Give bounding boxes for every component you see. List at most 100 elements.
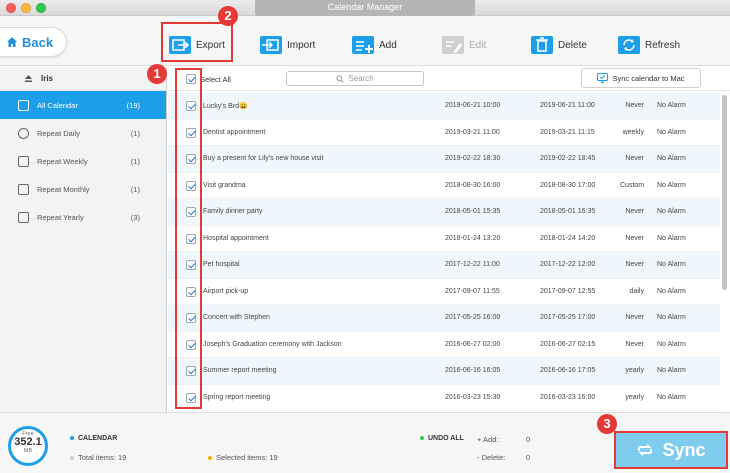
add-count-label: + Add: bbox=[477, 435, 499, 444]
table-row[interactable]: Concert with Stephen 2017-05-25 16:00 2017… bbox=[168, 305, 720, 332]
callout-badge-2: 2 bbox=[218, 6, 238, 26]
sidebar-item-repeat-weekly[interactable]: Repeat Weekly (1) bbox=[0, 147, 166, 175]
selected-items-label: Selected items: 19 bbox=[216, 453, 278, 462]
event-alarm: No Alarm bbox=[657, 340, 686, 348]
table-row[interactable]: Dentist appointment 2019-03-21 11:00 2019-… bbox=[168, 120, 720, 146]
sync-button[interactable]: Sync bbox=[614, 431, 728, 469]
sidebar-item-count: (3) bbox=[130, 212, 140, 222]
calendar-icon bbox=[18, 99, 29, 111]
sidebar-item-count: (1) bbox=[130, 128, 140, 138]
monitor-icon bbox=[597, 73, 609, 83]
list-scrollbar[interactable] bbox=[722, 95, 727, 290]
free-space-unit: MB bbox=[23, 448, 33, 454]
event-repeat: yearly bbox=[625, 367, 644, 375]
refresh-button[interactable]: Refresh bbox=[617, 32, 680, 58]
event-alarm: No Alarm bbox=[657, 367, 686, 375]
close-window-button[interactable] bbox=[6, 3, 16, 13]
undo-all-button[interactable]: UNDO ALL bbox=[420, 435, 464, 442]
delete-count-value: 0 bbox=[526, 453, 531, 462]
window-title: Calendar Manager bbox=[255, 0, 475, 16]
callout-badge-3: 3 bbox=[597, 414, 617, 434]
import-button[interactable]: Import bbox=[259, 32, 315, 58]
search-input[interactable]: Search bbox=[286, 71, 424, 86]
back-button[interactable]: Back bbox=[0, 27, 67, 57]
refresh-icon bbox=[618, 36, 640, 54]
free-space-value: 352.1 bbox=[14, 436, 42, 448]
table-row[interactable]: Pet hospital 2017-12-22 11:00 2017-12-22 1… bbox=[168, 252, 720, 279]
table-row[interactable]: Airport pick-up 2017-09-07 11:55 2017-09-0… bbox=[168, 279, 720, 305]
event-name: Concert with Stephen bbox=[203, 314, 270, 322]
event-name: Lucky's Brd😀 bbox=[203, 102, 248, 110]
table-row[interactable]: Family dinner party 2018-05-01 15:35 2018-… bbox=[168, 199, 720, 226]
event-alarm: No Alarm bbox=[657, 155, 686, 163]
refresh-label: Refresh bbox=[645, 39, 681, 51]
table-row[interactable]: Lucky's Brd😀 2019-06-21 10:00 2019-06-21 1… bbox=[168, 93, 720, 120]
sidebar-item-label: All Calendar bbox=[37, 100, 78, 110]
event-name: Pet hospital bbox=[203, 261, 240, 269]
event-repeat: yearly bbox=[625, 393, 644, 401]
total-items-label: Total items: 19 bbox=[78, 453, 127, 462]
event-alarm: No Alarm bbox=[657, 393, 686, 401]
event-end: 2018-05-01 16:35 bbox=[540, 208, 596, 216]
table-row[interactable]: Summer report meeting 2016-06-16 16:05 201… bbox=[168, 358, 720, 385]
event-name: Summer report meeting bbox=[203, 367, 277, 375]
callout-box-export bbox=[161, 22, 233, 62]
event-alarm: No Alarm bbox=[657, 261, 686, 269]
event-end: 2017-05-25 17:00 bbox=[540, 314, 596, 322]
event-start: 2018-05-01 15:35 bbox=[445, 208, 501, 216]
edit-button[interactable]: Edit bbox=[441, 32, 486, 58]
delete-button[interactable]: Delete bbox=[530, 32, 587, 58]
zoom-window-button[interactable] bbox=[36, 3, 46, 13]
table-row[interactable]: Buy a present for Lily's new house visit… bbox=[168, 146, 720, 173]
event-repeat: weekly bbox=[622, 128, 644, 136]
eject-icon bbox=[25, 75, 32, 82]
sidebar-item-repeat-monthly[interactable]: Repeat Monthly (1) bbox=[0, 175, 166, 203]
event-start: 2016-03-23 15:30 bbox=[445, 393, 501, 401]
event-alarm: No Alarm bbox=[657, 234, 686, 242]
sidebar-item-repeat-yearly[interactable]: Repeat Yearly (3) bbox=[0, 203, 166, 231]
total-items: Total items: 19 bbox=[70, 453, 126, 462]
table-row[interactable]: Hospital appointment 2018-01-24 13:20 2018… bbox=[168, 226, 720, 252]
event-repeat: Never bbox=[625, 314, 644, 322]
sidebar-item-label: Repeat Monthly bbox=[37, 184, 90, 194]
clock-icon bbox=[18, 127, 29, 139]
back-label: Back bbox=[22, 34, 54, 50]
free-space-gauge: Free 352.1 MB bbox=[8, 426, 48, 466]
event-repeat: Never bbox=[625, 102, 644, 110]
event-start: 2019-06-21 10:00 bbox=[445, 102, 501, 110]
add-icon bbox=[352, 36, 374, 54]
sidebar-item-label: Repeat Weekly bbox=[37, 156, 88, 166]
event-end: 2016-03-23 16:00 bbox=[540, 393, 596, 401]
minimize-window-button[interactable] bbox=[21, 3, 31, 13]
event-end: 2019-06-21 11:00 bbox=[540, 102, 595, 110]
add-count-value: 0 bbox=[526, 435, 531, 444]
callout-badge-1: 1 bbox=[147, 64, 167, 84]
add-button[interactable]: Add bbox=[351, 32, 397, 58]
event-alarm: No Alarm bbox=[657, 314, 686, 322]
event-end: 2016-06-16 17:05 bbox=[540, 367, 596, 375]
event-list-panel: Select All Search Sync calendar to Mac L… bbox=[168, 67, 730, 412]
edit-label: Edit bbox=[469, 39, 487, 51]
event-end: 2019-03-21 11:15 bbox=[540, 128, 595, 136]
event-start: 2018-01-24 13:20 bbox=[445, 234, 501, 242]
search-icon bbox=[336, 74, 345, 83]
account-header[interactable]: Iris bbox=[0, 67, 166, 91]
event-start: 2017-12-22 11:00 bbox=[445, 261, 500, 269]
search-placeholder: Search bbox=[348, 74, 374, 83]
event-name: Visit grandma bbox=[203, 181, 246, 189]
edit-icon bbox=[442, 36, 464, 54]
home-icon bbox=[7, 37, 17, 47]
add-label: Add bbox=[379, 39, 397, 51]
event-end: 2019-02-22 18:45 bbox=[540, 155, 596, 163]
trash-icon bbox=[531, 36, 553, 54]
sidebar-item-all-calendar[interactable]: All Calendar (19) bbox=[0, 91, 166, 119]
table-row[interactable]: Spring report meeting 2016-03-23 15:30 201… bbox=[168, 385, 720, 411]
import-icon bbox=[260, 36, 282, 54]
sync-icon bbox=[638, 444, 653, 456]
sidebar-item-count: (1) bbox=[130, 184, 140, 194]
sidebar-item-repeat-daily[interactable]: Repeat Daily (1) bbox=[0, 119, 166, 147]
table-row[interactable]: Visit grandma 2018-08-30 16:00 2018-08-30 … bbox=[168, 173, 720, 199]
toolbar: Back Export Import Add Edit Delete Refre… bbox=[0, 16, 730, 66]
table-row[interactable]: Joseph's Graduation ceremony with Jackso… bbox=[168, 332, 720, 358]
sync-to-mac-button[interactable]: Sync calendar to Mac bbox=[581, 68, 701, 88]
